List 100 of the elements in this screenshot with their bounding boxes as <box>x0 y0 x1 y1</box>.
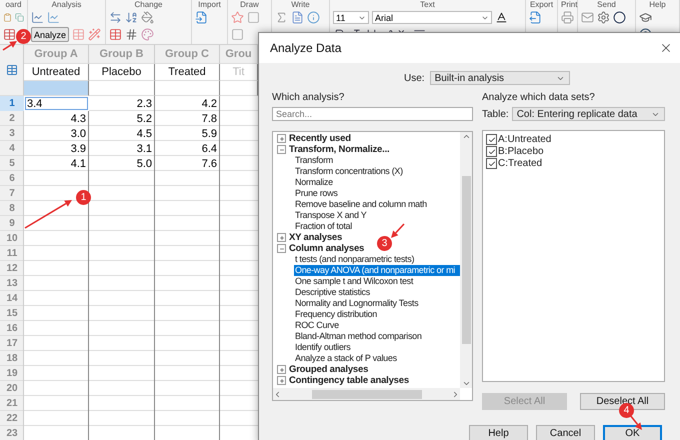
analyze-button[interactable]: Analyze <box>31 27 70 42</box>
table-cell[interactable]: 5.0 <box>89 156 155 171</box>
dialog-title: Analyze Data <box>270 41 342 55</box>
tree-item[interactable]: One-way ANOVA (and nonparametric or mi <box>294 265 460 276</box>
mail-icon[interactable] <box>581 11 594 24</box>
tree-item[interactable]: Normality and Lognormality Tests <box>294 298 460 309</box>
annotation-arrow <box>24 200 72 229</box>
tree-group[interactable]: Grouped analyses <box>289 364 368 375</box>
search-field[interactable]: Search... <box>272 107 473 121</box>
tree-item[interactable]: Transform concentrations (X) <box>294 166 460 177</box>
tree-item[interactable]: Descriptive statistics <box>294 287 460 298</box>
ribbon-group-label: Analysis <box>50 0 82 9</box>
ribbon-group-label: Draw <box>239 0 260 9</box>
font-field[interactable]: Arial <box>372 11 492 24</box>
ribbon-group-label: Send <box>596 0 617 9</box>
import-file-icon[interactable] <box>195 11 208 24</box>
settings-icon[interactable] <box>597 11 610 24</box>
table-dropdown[interactable]: Col: Entering replicate data <box>512 107 665 121</box>
tree-group[interactable]: Contingency table analyses <box>289 375 409 386</box>
rectangle-icon[interactable] <box>231 28 244 41</box>
ribbon-group-label: oard <box>4 0 22 9</box>
step-badge: 1 <box>76 190 91 205</box>
table-cell[interactable]: 3.4 <box>24 96 89 111</box>
tree-item[interactable]: Remove baseline and column math <box>294 199 460 210</box>
circle-icon[interactable] <box>613 11 626 24</box>
swap-icon[interactable] <box>109 11 122 24</box>
chevron-icon[interactable] <box>273 390 282 398</box>
table-cell[interactable] <box>155 81 220 96</box>
ribbon-group-label: Import <box>197 0 222 9</box>
square-icon[interactable] <box>247 11 260 24</box>
data-set-label[interactable]: A:Untreated <box>498 134 552 145</box>
table-icon[interactable] <box>6 64 18 76</box>
table-cell[interactable]: 3.1 <box>89 141 155 156</box>
table-cell[interactable]: 5.9 <box>155 126 220 141</box>
wand-icon[interactable] <box>88 28 102 41</box>
tree-item[interactable]: Identify outliers <box>294 342 460 353</box>
annotation-arrow <box>629 414 642 430</box>
table-cell[interactable]: 3.0 <box>24 126 89 141</box>
table-cell[interactable]: 4.1 <box>24 156 89 171</box>
tree-item[interactable]: t tests (and nonparametric tests) <box>294 254 460 265</box>
dialog-button[interactable]: Help <box>469 425 528 440</box>
annotation-arrow <box>391 223 405 238</box>
chart-icon[interactable] <box>31 11 44 24</box>
table-icon[interactable] <box>72 28 86 41</box>
printer-icon[interactable] <box>561 11 574 24</box>
info-icon[interactable] <box>307 11 320 24</box>
tree-item[interactable]: One sample t and Wilcoxon test <box>294 276 460 287</box>
tree-group[interactable]: Transform, Normalize... <box>289 144 390 155</box>
row-number[interactable]: 1 <box>0 96 24 111</box>
dialog-button[interactable]: Cancel <box>536 425 595 440</box>
table-cell[interactable]: 7.6 <box>155 156 220 171</box>
table-cell[interactable]: 6.4 <box>155 141 220 156</box>
table-cell[interactable]: 7.8 <box>155 111 220 126</box>
table-cell[interactable]: 3.9 <box>24 141 89 156</box>
tree-group[interactable]: Column analyses <box>289 243 364 254</box>
tree-item[interactable]: Transform <box>294 155 460 166</box>
paint-bucket-icon[interactable] <box>141 11 154 24</box>
tree-item[interactable]: Bland-Altman method comparison <box>294 331 460 342</box>
tree-group[interactable]: XY analyses <box>289 232 342 243</box>
data-sets-label: Analyze which data sets? <box>482 92 596 103</box>
paste-icon[interactable] <box>3 11 12 24</box>
table-cell[interactable] <box>89 81 155 96</box>
table-cell[interactable]: 4.2 <box>155 96 220 111</box>
table-cell[interactable]: 5.2 <box>89 111 155 126</box>
table-cell[interactable] <box>220 81 258 96</box>
data-set-label[interactable]: B:Placebo <box>498 146 544 157</box>
sort-icon[interactable] <box>125 11 138 24</box>
which-analysis-label: Which analysis? <box>272 92 346 103</box>
data-set-label[interactable]: C:Treated <box>498 158 542 169</box>
tree-item[interactable]: Prune rows <box>294 188 460 199</box>
vertical-scrollbar[interactable] <box>460 132 472 388</box>
chart-icon[interactable] <box>47 11 60 24</box>
font-color-icon[interactable] <box>495 11 508 24</box>
use-dropdown[interactable]: Built-in analysis <box>430 71 570 85</box>
font-size-field[interactable]: 11 <box>333 11 369 24</box>
horizontal-scrollbar[interactable] <box>273 388 460 400</box>
tree-item[interactable]: ROC Curve <box>294 320 460 331</box>
table-cell[interactable]: 4.3 <box>24 111 89 126</box>
tree-item[interactable]: Analyze a stack of P values <box>294 353 460 364</box>
copy-icon[interactable] <box>15 11 24 24</box>
table-cell[interactable] <box>24 81 89 96</box>
ribbon-group-label: Change <box>133 0 164 9</box>
table-cell[interactable]: 2.3 <box>89 96 155 111</box>
document-icon[interactable] <box>291 11 304 24</box>
annotation-arrow <box>2 41 17 51</box>
table-icon[interactable] <box>109 28 122 41</box>
number-format-icon[interactable] <box>125 28 138 41</box>
tree-item[interactable]: Frequency distribution <box>294 309 460 320</box>
chevron-icon[interactable] <box>462 132 470 141</box>
tree-item[interactable]: Normalize <box>294 177 460 188</box>
dialog-button[interactable]: OK <box>603 425 662 440</box>
tree-item[interactable]: Fraction of total <box>294 221 460 232</box>
export-file-icon[interactable] <box>529 11 542 24</box>
table-icon[interactable] <box>3 28 16 41</box>
tree-group[interactable]: Recently used <box>289 133 351 144</box>
graduation-cap-icon[interactable] <box>639 11 652 24</box>
star-icon[interactable] <box>231 11 244 24</box>
tree-item[interactable]: Transpose X and Y <box>294 210 460 221</box>
equation-icon[interactable] <box>275 11 288 24</box>
table-cell[interactable]: 4.5 <box>89 126 155 141</box>
